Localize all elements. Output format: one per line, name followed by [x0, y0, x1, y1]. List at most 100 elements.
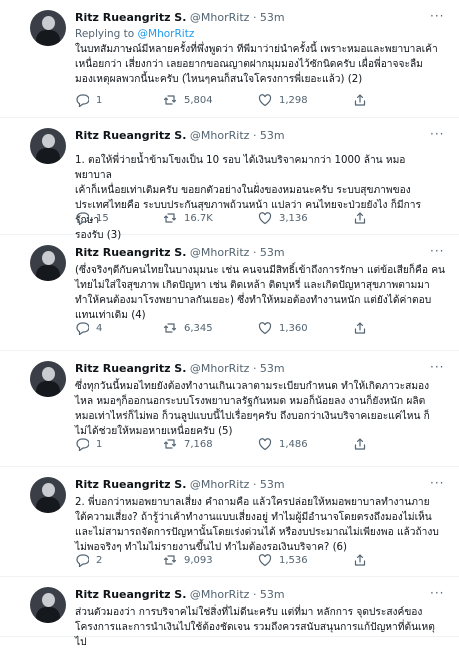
retweet-button[interactable]: 16.7K [163, 211, 213, 225]
share-button[interactable] [353, 211, 367, 225]
share-button[interactable] [353, 93, 367, 107]
retweet-button[interactable]: 9,093 [163, 553, 213, 567]
retweet-button[interactable]: 6,345 [163, 321, 213, 335]
retweet-icon [163, 555, 177, 565]
more-options-icon[interactable]: ··· [430, 476, 444, 490]
like-count: 3,136 [279, 212, 308, 224]
reply-button[interactable]: 2 [75, 553, 102, 567]
reply-button[interactable]: 1 [75, 437, 102, 451]
tweet-header: Ritz Rueangritz S. @MhorRitz · 53m [75, 361, 285, 376]
retweet-count: 7,168 [184, 438, 213, 450]
tweet[interactable]: Ritz Rueangritz S. @MhorRitz · 53m ··· Rep… [0, 0, 459, 118]
retweet-button[interactable]: 5,804 [163, 93, 213, 107]
share-icon [354, 438, 366, 450]
timestamp[interactable]: · 53m [253, 11, 285, 24]
author-name[interactable]: Ritz Rueangritz S. [75, 11, 186, 24]
timestamp[interactable]: · 53m [253, 478, 285, 491]
retweet-icon [163, 439, 177, 449]
like-button[interactable]: 1,360 [258, 321, 308, 335]
tweet-actions: 1 7,168 1,486 [75, 437, 445, 453]
more-options-icon[interactable]: ··· [430, 586, 444, 600]
replying-to-link[interactable]: @MhorRitz [138, 28, 195, 40]
author-name[interactable]: Ritz Rueangritz S. [75, 129, 186, 142]
author-name[interactable]: Ritz Rueangritz S. [75, 478, 186, 491]
timestamp[interactable]: · 53m [253, 246, 285, 259]
tweet-text: 2. พี่บอกว่าหมอพยาบาลเสี่ยง คำถามคือ แล้… [75, 497, 439, 553]
replying-to-label: Replying to [75, 28, 135, 40]
share-button[interactable] [353, 437, 367, 451]
retweet-count: 5,804 [184, 94, 213, 106]
reply-icon [76, 94, 89, 107]
timestamp[interactable]: · 53m [253, 362, 285, 375]
tweet-text: ส่วนตัวมองว่า การบริจาคไม่ใช่สิ่งที่ไม่ด… [75, 607, 435, 648]
tweet[interactable]: Ritz Rueangritz S. @MhorRitz · 53m ··· ซึ่… [0, 351, 459, 467]
author-name[interactable]: Ritz Rueangritz S. [75, 588, 186, 601]
tweet-actions: 1 5,804 1,298 [75, 93, 445, 109]
retweet-count: 16.7K [184, 212, 213, 224]
retweet-icon [163, 95, 177, 105]
heart-icon [258, 322, 272, 335]
avatar[interactable] [30, 361, 66, 397]
author-handle[interactable]: @MhorRitz [190, 11, 250, 24]
tweet-text: (ซึ่งจริงๆดีกับคนไทยในบางมุมนะ เช่น คนจน… [75, 265, 446, 321]
author-handle[interactable]: @MhorRitz [190, 362, 250, 375]
tweet-actions: 15 16.7K 3,136 [75, 211, 445, 227]
retweet-button[interactable]: 7,168 [163, 437, 213, 451]
reply-button[interactable]: 4 [75, 321, 102, 335]
more-options-icon[interactable]: ··· [430, 9, 444, 23]
author-handle[interactable]: @MhorRitz [190, 246, 250, 259]
reply-icon [76, 438, 89, 451]
heart-icon [258, 212, 272, 225]
author-handle[interactable]: @MhorRitz [190, 129, 250, 142]
like-button[interactable]: 1,298 [258, 93, 308, 107]
timestamp[interactable]: · 53m [253, 129, 285, 142]
tweet[interactable]: Ritz Rueangritz S. @MhorRitz · 53m ··· ส่ว… [0, 577, 459, 648]
reply-icon [76, 212, 89, 225]
author-handle[interactable]: @MhorRitz [190, 588, 250, 601]
avatar[interactable] [30, 245, 66, 281]
avatar[interactable] [30, 128, 66, 164]
reply-count: 15 [96, 212, 109, 224]
like-button[interactable]: 3,136 [258, 211, 308, 225]
share-icon [354, 212, 366, 224]
tweet-header: Ritz Rueangritz S. @MhorRitz · 53m [75, 477, 285, 492]
more-options-icon[interactable]: ··· [430, 360, 444, 374]
tweet-text: 1. ตอให้พี่ว่ายน้ำข้ามโขงเป็น 10 รอบ ได้… [75, 155, 421, 241]
reply-button[interactable]: 1 [75, 93, 102, 107]
avatar[interactable] [30, 10, 66, 46]
tweet-text: ในบทสัมภาษณ์มีหลายครั้งที่พึ่งพูดว่า ทีพ… [75, 44, 438, 85]
author-name[interactable]: Ritz Rueangritz S. [75, 246, 186, 259]
like-button[interactable]: 1,486 [258, 437, 308, 451]
retweet-count: 6,345 [184, 322, 213, 334]
retweet-icon [163, 213, 177, 223]
tweet-header: Ritz Rueangritz S. @MhorRitz · 53m [75, 128, 285, 143]
avatar[interactable] [30, 477, 66, 513]
like-count: 1,298 [279, 94, 308, 106]
reply-button[interactable]: 15 [75, 211, 109, 225]
share-button[interactable] [353, 553, 367, 567]
share-icon [354, 94, 366, 106]
share-button[interactable] [353, 321, 367, 335]
author-handle[interactable]: @MhorRitz [190, 478, 250, 491]
tweet[interactable]: Ritz Rueangritz S. @MhorRitz · 53m ··· 2. … [0, 467, 459, 577]
tweet-actions: 2 9,093 1,536 [75, 553, 445, 569]
more-options-icon[interactable]: ··· [430, 244, 444, 258]
heart-icon [258, 554, 272, 567]
like-button[interactable]: 1,536 [258, 553, 308, 567]
timestamp[interactable]: · 53m [253, 588, 285, 601]
tweet-text: ซึ่งทุกวันนี้หมอไทยยังต้องทำงานเกินเวลาต… [75, 381, 430, 437]
avatar[interactable] [30, 587, 66, 623]
like-count: 1,536 [279, 554, 308, 566]
heart-icon [258, 438, 272, 451]
retweet-count: 9,093 [184, 554, 213, 566]
more-options-icon[interactable]: ··· [430, 127, 444, 141]
author-name[interactable]: Ritz Rueangritz S. [75, 362, 186, 375]
reply-icon [76, 322, 89, 335]
replying-to: Replying to @MhorRitz [75, 27, 194, 41]
tweet[interactable]: Ritz Rueangritz S. @MhorRitz · 53m ··· (ซึ… [0, 235, 459, 351]
tweet-header: Ritz Rueangritz S. @MhorRitz · 53m [75, 10, 285, 25]
tweet[interactable]: Ritz Rueangritz S. @MhorRitz · 53m ··· 1. … [0, 118, 459, 241]
reply-icon [76, 554, 89, 567]
heart-icon [258, 94, 272, 107]
reply-count: 2 [96, 554, 103, 566]
